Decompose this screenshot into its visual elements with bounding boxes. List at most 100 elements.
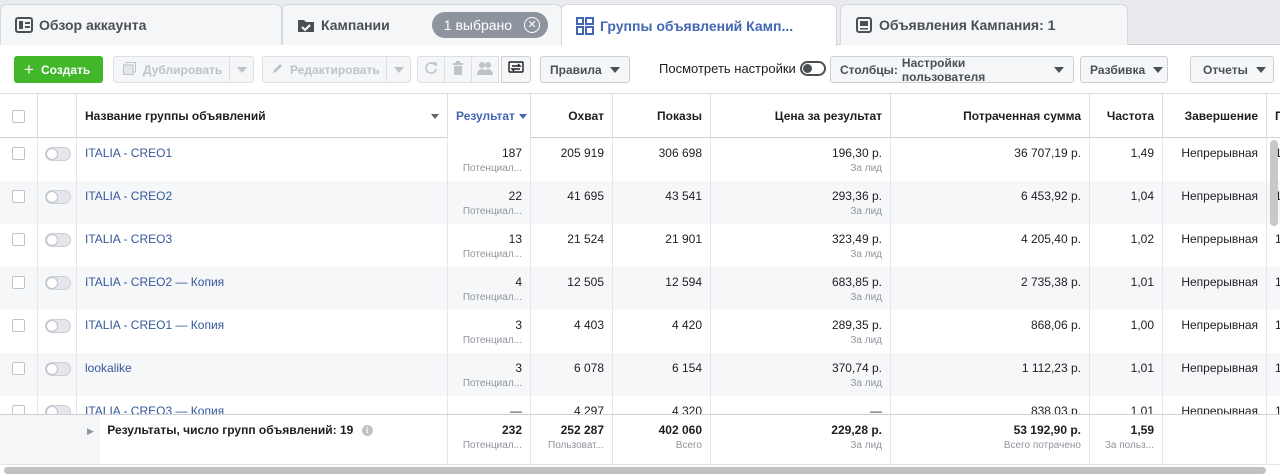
scrollbar-thumb[interactable] [4,467,1266,474]
edit-button[interactable]: Редактировать [262,56,387,83]
tab-campaigns[interactable]: Кампании 1 выбрано ✕ [282,4,562,45]
tab-ads[interactable]: Объявления Кампания: 1 [840,4,1128,45]
cell-subtext: За лид [850,335,882,346]
table-row[interactable]: ITALIA - CREO1 187 Потенциал... 205 919 306 … [0,138,1280,181]
tab-account-overview[interactable]: Обзор аккаунта [0,4,282,45]
status-toggle[interactable] [45,190,71,204]
cell-value: 13 [508,232,522,246]
breakdown-button[interactable]: Разбивка [1080,56,1168,83]
sort-down-icon [518,113,527,119]
row-select-cell [0,181,38,224]
cell-spent: 1 112,23 р. [891,353,1090,396]
selection-badge[interactable]: 1 выбрано ✕ [431,12,549,38]
summary-spent: 53 192,90 р. Всего потрачено [891,415,1090,466]
delete-button[interactable] [444,56,472,83]
rules-button[interactable]: Правила [540,56,630,83]
table-row[interactable]: ITALIA - CREO1 — Копия 3 Потенциал... 4 403… [0,310,1280,353]
duplicate-dropdown-button[interactable] [230,56,254,83]
table-row[interactable]: ITALIA - CREO3 13 Потенциал... 21 524 21 901… [0,224,1280,267]
row-checkbox[interactable] [12,233,25,246]
cell-results: 13 Потенциал... [448,224,531,267]
cell-impressions: 21 901 [613,224,711,267]
column-header-next[interactable]: П [1267,94,1280,138]
column-header-cost-per-result[interactable]: Цена за результат [711,94,891,138]
toggle-status-button[interactable] [417,56,445,83]
cell-next: 1 [1267,310,1280,353]
cell-value: 6 154 [671,361,702,375]
clear-selection-icon[interactable]: ✕ [524,17,541,33]
status-toggle[interactable] [45,362,71,376]
cell-subtext: Потенциал... [462,163,522,174]
table-row[interactable]: lookalike 3 Потенциал... 6 078 6 154 370,74 р… [0,353,1280,396]
summary-sub: Пользоват... [548,440,604,451]
ad-set-name-link[interactable]: ITALIA - CREO3 [85,232,172,246]
vertical-scrollbar[interactable] [1270,140,1278,226]
compare-icon [508,61,524,78]
breakdown-label: Разбивка [1090,62,1146,77]
column-header-ends[interactable]: Завершение [1163,94,1267,138]
summary-value: 1,59 [1130,423,1154,437]
cell-value: 187 [501,146,522,160]
status-toggle[interactable] [45,233,71,247]
cell-value: 205 919 [560,146,604,160]
column-header-impressions[interactable]: Показы [613,94,711,138]
view-settings-label: Посмотреть настройки [659,61,796,76]
cell-value: 196,30 р. [831,146,882,160]
audience-button[interactable] [471,56,499,83]
ad-set-name-link[interactable]: ITALIA - CREO1 [85,146,172,160]
row-checkbox[interactable] [12,276,25,289]
view-settings-switch[interactable] [799,61,826,76]
column-header-reach[interactable]: Охват [531,94,613,138]
cell-cost: 323,49 р. За лид [711,224,891,267]
row-status-cell [38,310,77,353]
ad-set-name-link[interactable]: lookalike [85,361,132,375]
cell-value: 4 [515,275,522,289]
cell-results: 22 Потенциал... [448,181,531,224]
cell-reach: 21 524 [531,224,613,267]
cell-value: 1 112,23 р. [1021,361,1081,375]
horizontal-scrollbar[interactable] [0,464,1280,476]
status-toggle[interactable] [45,319,71,333]
ad-set-name-link[interactable]: ITALIA - CREO2 — Копия [85,275,224,289]
row-select-cell [0,138,38,181]
status-toggle[interactable] [45,147,71,161]
cell-value: 1 [1275,275,1280,289]
grid-icon [576,16,594,35]
cell-value: Непрерывная [1181,318,1258,332]
edit-dropdown-button[interactable] [387,56,411,83]
cell-name: ITALIA - CREO1 — Копия [77,310,448,353]
summary-sub: За польз... [1104,440,1154,451]
tab-ad-sets[interactable]: Группы объявлений Камп... [561,4,837,46]
column-header-frequency[interactable]: Частота [1090,94,1163,138]
compare-button[interactable] [501,56,531,83]
create-button[interactable]: + Создать [14,56,103,83]
column-header-label: Показы [657,109,702,123]
column-header-results[interactable]: Результат [448,94,531,138]
view-settings-toggle[interactable]: Посмотреть настройки [659,61,826,76]
row-checkbox[interactable] [12,190,25,203]
row-status-cell [38,267,77,310]
cell-frequency: 1,00 [1090,310,1163,353]
duplicate-button[interactable]: Дублировать [113,56,230,83]
column-header-amount-spent[interactable]: Потраченная сумма [891,94,1090,138]
cell-value: 21 524 [567,232,604,246]
expand-summary-icon[interactable]: ▶ [87,426,94,436]
row-checkbox[interactable] [12,147,25,160]
row-checkbox[interactable] [12,319,25,332]
table-row[interactable]: ITALIA - CREO2 — Копия 4 Потенциал... 12 50… [0,267,1280,310]
cell-impressions: 43 541 [613,181,711,224]
cell-name: ITALIA - CREO1 [77,138,448,181]
ad-set-name-link[interactable]: ITALIA - CREO2 [85,189,172,203]
cell-ends: Непрерывная [1163,353,1267,396]
tab-bar: Обзор аккаунта Кампании 1 выбрано ✕ Груп… [0,0,1280,46]
cell-value: 12 594 [665,275,702,289]
columns-button[interactable]: Столбцы: Настройки пользователя [830,56,1074,84]
ad-set-name-link[interactable]: ITALIA - CREO1 — Копия [85,318,224,332]
info-icon[interactable]: i [361,425,373,437]
reports-button[interactable]: Отчеты [1190,56,1274,83]
status-toggle[interactable] [45,276,71,290]
row-checkbox[interactable] [12,362,25,375]
column-header-name[interactable]: Название группы объявлений [77,94,448,138]
select-all-checkbox[interactable] [12,109,25,123]
table-row[interactable]: ITALIA - CREO2 22 Потенциал... 41 695 43 541… [0,181,1280,224]
